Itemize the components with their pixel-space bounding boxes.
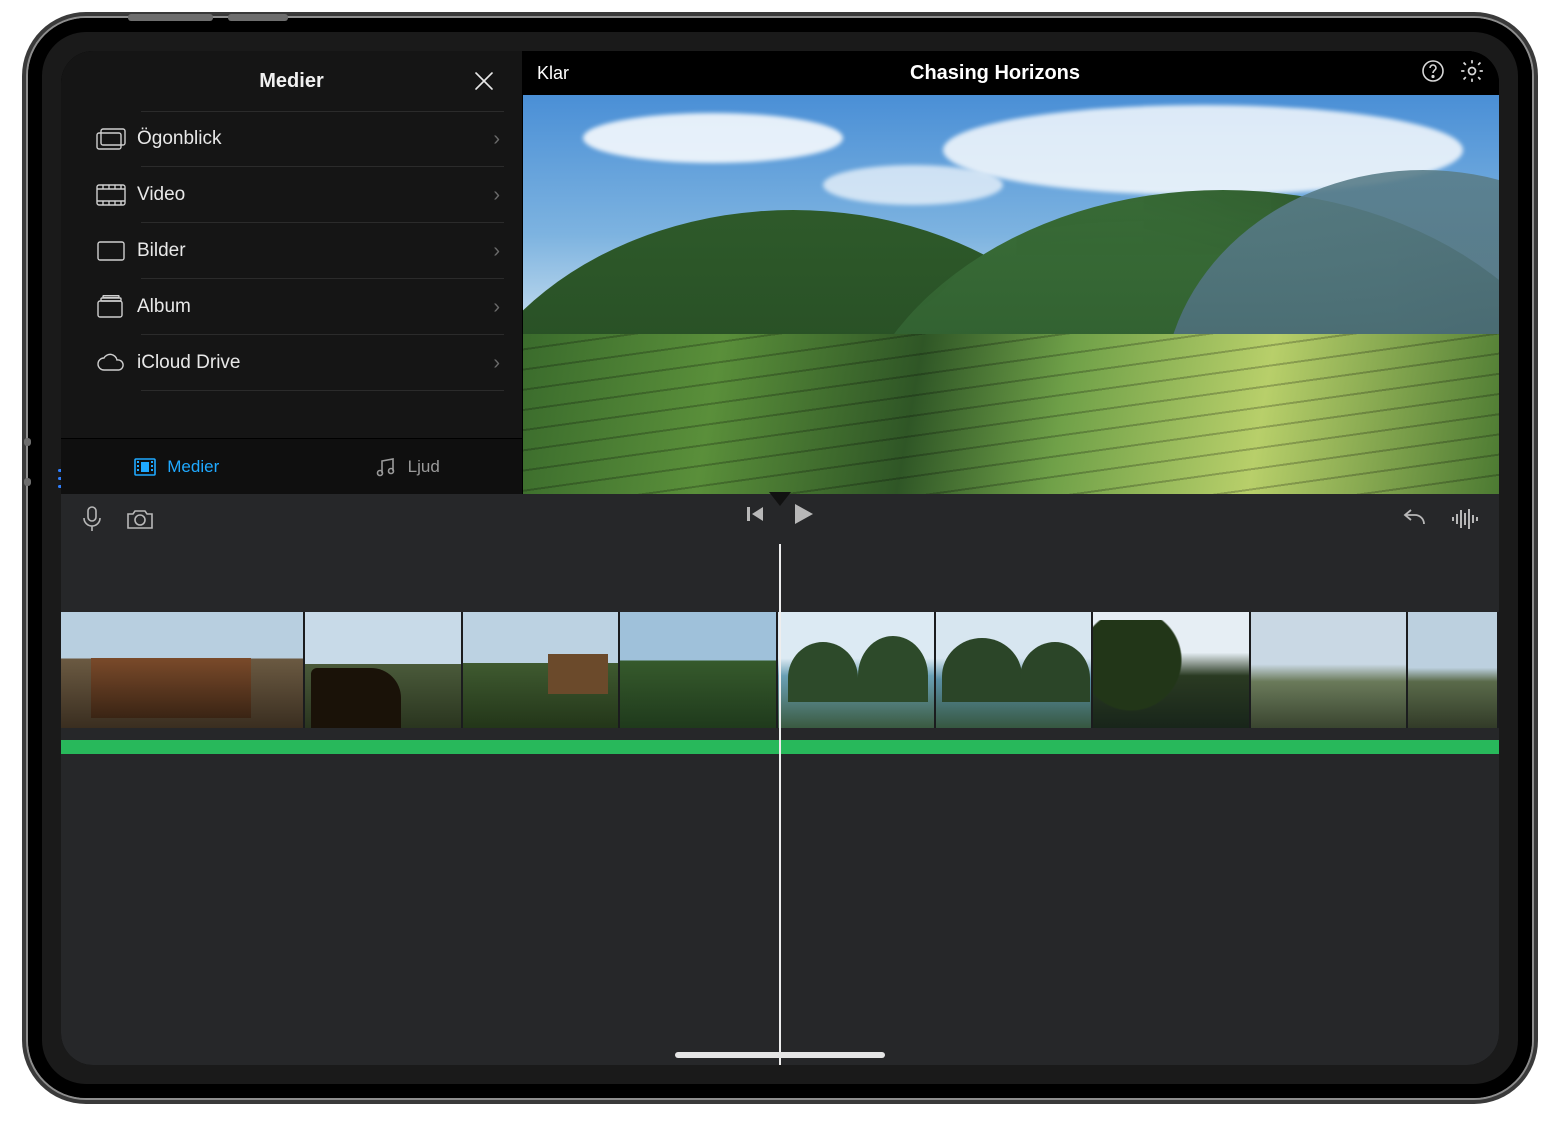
project-title: Chasing Horizons xyxy=(569,62,1421,85)
timeline-clip[interactable] xyxy=(778,612,936,728)
sidebar-header: Medier xyxy=(61,51,522,111)
tab-label: Medier xyxy=(167,457,219,477)
timeline-clip[interactable] xyxy=(305,612,463,728)
chevron-right-icon: › xyxy=(493,128,500,151)
camera-button[interactable] xyxy=(125,507,155,531)
chevron-right-icon: › xyxy=(493,184,500,207)
audio-waveform-button[interactable] xyxy=(1451,508,1479,530)
screen: Medier Ögonblick › xyxy=(61,51,1499,1065)
undo-icon xyxy=(1401,508,1429,530)
sidebar-title: Medier xyxy=(259,70,323,93)
video-icon xyxy=(91,184,131,206)
sidebar-item-icloud-drive[interactable]: iCloud Drive › xyxy=(61,335,522,391)
sidebar-tabs: Medier Ljud xyxy=(61,438,522,494)
sidebar-item-moments[interactable]: Ögonblick › xyxy=(61,111,522,167)
cloud-icon xyxy=(91,352,131,374)
record-voiceover-button[interactable] xyxy=(81,506,103,532)
camera-icon xyxy=(125,507,155,531)
media-sidebar: Medier Ögonblick › xyxy=(61,51,523,494)
sidebar-item-albums[interactable]: Album › xyxy=(61,279,522,335)
close-button[interactable] xyxy=(468,65,500,97)
microphone-icon xyxy=(81,506,103,532)
preview-pane: Klar Chasing Horizons xyxy=(523,51,1499,494)
timeline-body[interactable] xyxy=(61,544,1499,1065)
playhead[interactable] xyxy=(779,544,781,1065)
preview-cloud xyxy=(823,165,1003,205)
sidebar-item-label: Album xyxy=(137,296,493,318)
preview-cloud xyxy=(583,113,843,163)
sidebar-item-photos[interactable]: Bilder › xyxy=(61,223,522,279)
tab-media[interactable]: Medier xyxy=(61,439,292,494)
timeline-clip[interactable] xyxy=(936,612,1094,728)
hardware-button xyxy=(24,478,31,486)
hardware-button xyxy=(24,438,31,446)
preview-terrace-lines xyxy=(523,334,1499,494)
sidebar-item-video[interactable]: Video › xyxy=(61,167,522,223)
sidebar-item-label: iCloud Drive xyxy=(137,352,493,374)
timeline-clip[interactable] xyxy=(1251,612,1409,728)
timeline-clip[interactable] xyxy=(1093,612,1251,728)
go-to-start-button[interactable] xyxy=(745,504,765,524)
playback-controls xyxy=(745,502,815,526)
gear-icon xyxy=(1459,58,1485,84)
tab-label: Ljud xyxy=(408,457,440,477)
hardware-volume-up xyxy=(128,14,213,21)
close-icon xyxy=(473,70,495,92)
skip-back-icon xyxy=(745,504,765,524)
done-button[interactable]: Klar xyxy=(537,63,569,84)
help-button[interactable] xyxy=(1421,59,1445,88)
media-filmstrip-icon xyxy=(133,455,157,479)
preview-viewport[interactable] xyxy=(523,95,1499,494)
hardware-volume-down xyxy=(228,14,288,21)
undo-button[interactable] xyxy=(1401,508,1429,530)
chevron-right-icon: › xyxy=(493,240,500,263)
waveform-icon xyxy=(1451,508,1479,530)
music-note-icon xyxy=(374,455,398,479)
preview-header: Klar Chasing Horizons xyxy=(523,51,1499,95)
play-icon xyxy=(793,502,815,526)
albums-icon xyxy=(91,295,131,319)
moments-icon xyxy=(91,128,131,150)
chevron-right-icon: › xyxy=(493,296,500,319)
sidebar-list: Ögonblick › Video › Bilder xyxy=(61,111,522,438)
chevron-right-icon: › xyxy=(493,352,500,375)
play-button[interactable] xyxy=(793,502,815,526)
home-indicator[interactable] xyxy=(675,1052,885,1058)
sidebar-item-label: Ögonblick xyxy=(137,128,493,150)
timeline-clip[interactable] xyxy=(61,612,305,728)
timeline-clip[interactable] xyxy=(1408,612,1499,728)
settings-button[interactable] xyxy=(1459,58,1485,89)
photos-icon xyxy=(91,240,131,262)
timeline-clip[interactable] xyxy=(620,612,778,728)
timeline-area xyxy=(61,494,1499,1065)
tab-audio[interactable]: Ljud xyxy=(292,439,523,494)
help-icon xyxy=(1421,59,1445,83)
sidebar-item-label: Video xyxy=(137,184,493,206)
ipad-device-frame: Medier Ögonblick › xyxy=(28,18,1532,1098)
timeline-clip[interactable] xyxy=(463,612,621,728)
sidebar-item-label: Bilder xyxy=(137,240,493,262)
